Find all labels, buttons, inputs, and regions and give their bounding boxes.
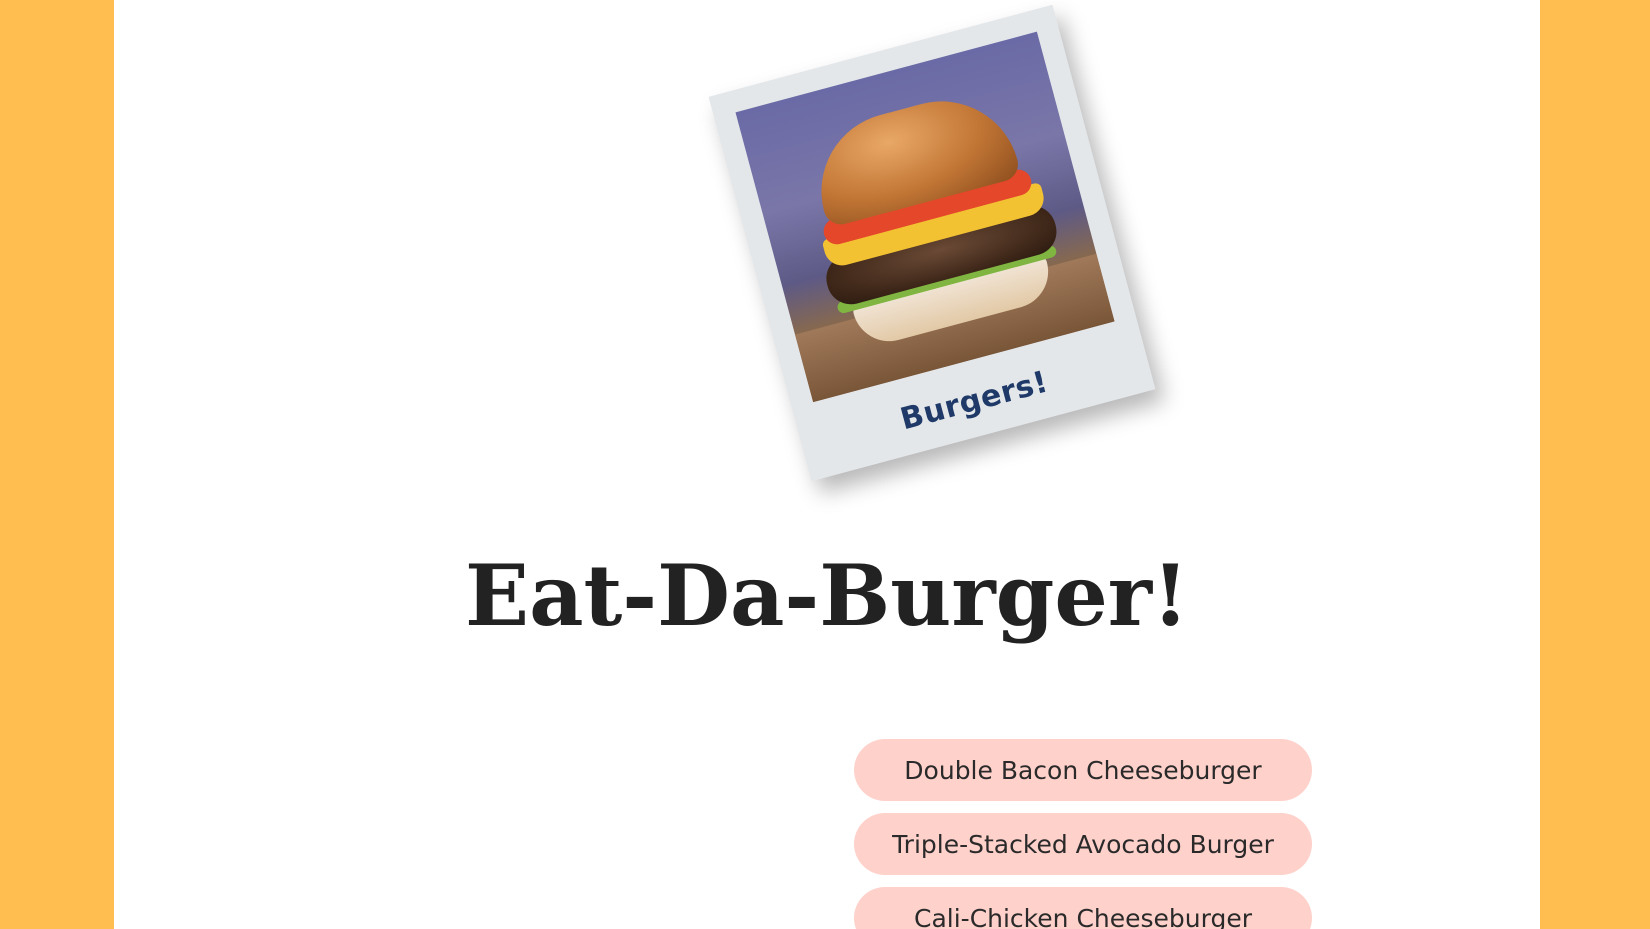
menu-item-double-bacon-cheeseburger[interactable]: Double Bacon Cheeseburger (854, 739, 1312, 801)
page-title: Eat-Da-Burger! (465, 546, 1189, 645)
polaroid-photo: Burgers! (708, 4, 1156, 482)
page-content: Burgers! Eat-Da-Burger! Double Bacon Che… (114, 0, 1540, 929)
burger-menu-list: Double Bacon Cheeseburger Triple-Stacked… (854, 739, 1312, 929)
burger-image (735, 31, 1115, 403)
polaroid-frame: Burgers! (708, 4, 1156, 482)
menu-item-cali-chicken-cheeseburger[interactable]: Cali-Chicken Cheeseburger (854, 887, 1312, 929)
menu-item-triple-stacked-avocado-burger[interactable]: Triple-Stacked Avocado Burger (854, 813, 1312, 875)
